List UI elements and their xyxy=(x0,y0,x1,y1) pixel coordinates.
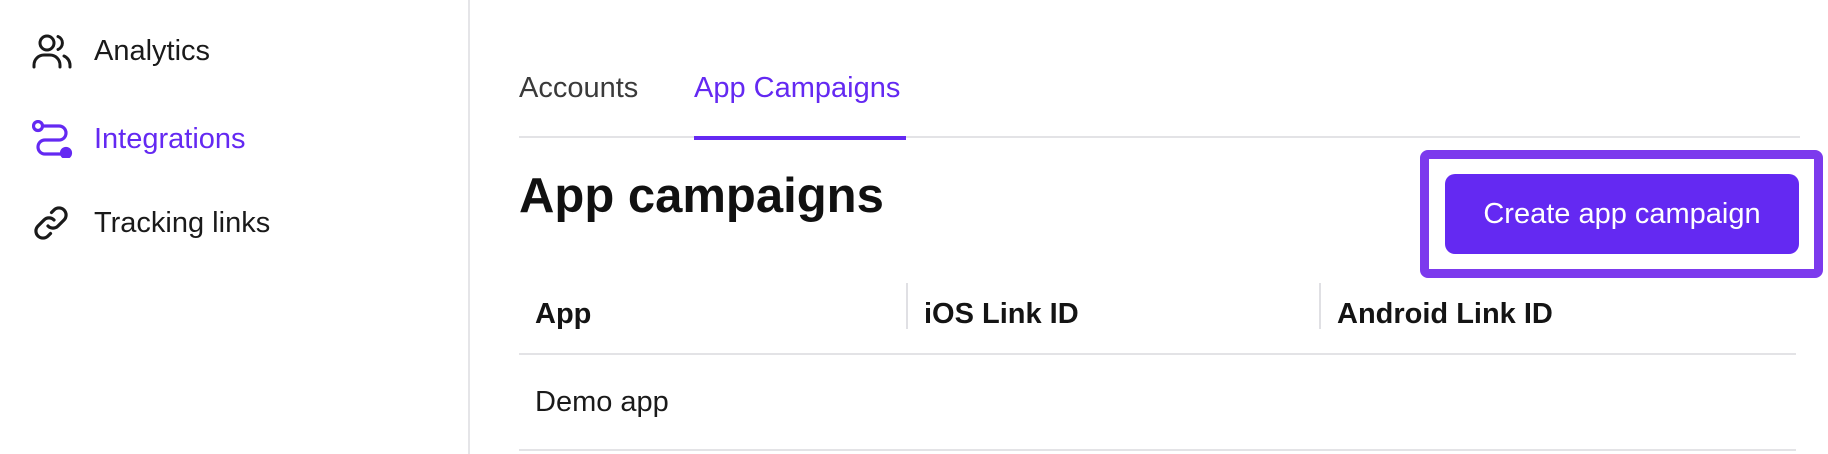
sidebar-item-integrations[interactable]: Integrations xyxy=(32,115,246,163)
table-header: App iOS Link ID Android Link ID xyxy=(519,275,1796,355)
link-icon xyxy=(32,201,76,245)
tab-app-campaigns[interactable]: App Campaigns xyxy=(694,72,906,140)
column-divider xyxy=(1319,283,1321,329)
app-root: Analytics Integrations Tracking links Ac… xyxy=(0,0,1828,454)
tab-bar: Accounts App Campaigns xyxy=(519,60,1800,140)
sidebar-item-label: Tracking links xyxy=(94,206,271,239)
column-divider xyxy=(906,283,908,329)
route-icon xyxy=(32,117,76,161)
sidebar: Analytics Integrations Tracking links xyxy=(0,0,470,454)
column-header-app[interactable]: App xyxy=(535,275,591,353)
sidebar-item-label: Integrations xyxy=(94,122,246,155)
sidebar-item-analytics[interactable]: Analytics xyxy=(32,27,210,75)
campaigns-table: App iOS Link ID Android Link ID Demo app xyxy=(519,275,1796,451)
main-content: Accounts App Campaigns App campaigns Cre… xyxy=(519,0,1823,454)
users-icon xyxy=(32,29,76,73)
sidebar-item-label: Analytics xyxy=(94,34,211,67)
table-row[interactable]: Demo app xyxy=(519,355,1796,451)
column-header-ios-link-id[interactable]: iOS Link ID xyxy=(924,275,1079,353)
sidebar-item-tracking-links[interactable]: Tracking links xyxy=(32,199,270,247)
column-header-android-link-id[interactable]: Android Link ID xyxy=(1337,275,1553,353)
cell-app: Demo app xyxy=(535,385,669,418)
page-title: App campaigns xyxy=(519,169,884,223)
tab-accounts[interactable]: Accounts xyxy=(519,72,638,138)
create-app-campaign-button[interactable]: Create app campaign xyxy=(1445,174,1799,254)
